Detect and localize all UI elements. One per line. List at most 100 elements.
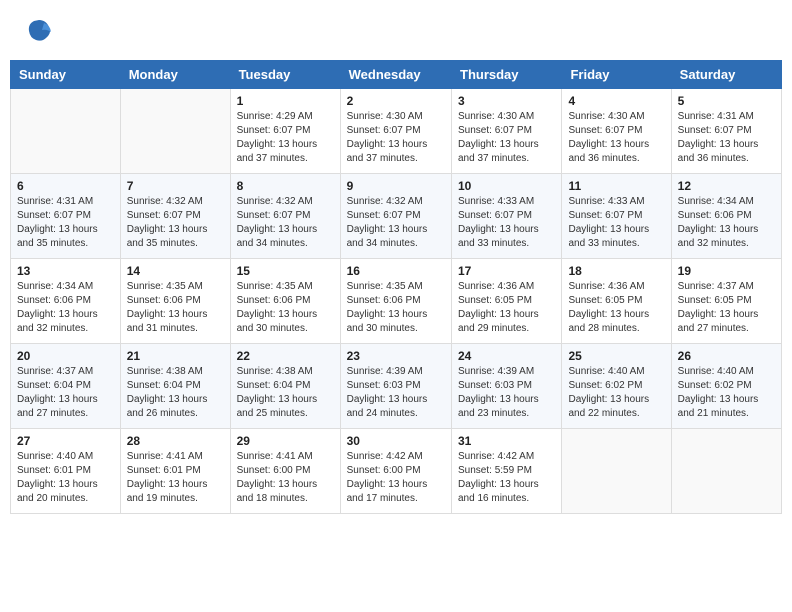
weekday-header-saturday: Saturday <box>671 61 781 89</box>
calendar-week-4: 20 Sunrise: 4:37 AM Sunset: 6:04 PM Dayli… <box>11 344 782 429</box>
weekday-header-wednesday: Wednesday <box>340 61 451 89</box>
day-info: Sunrise: 4:30 AM Sunset: 6:07 PM Dayligh… <box>568 110 664 166</box>
day-info: Sunrise: 4:31 AM Sunset: 6:07 PM Dayligh… <box>678 110 775 166</box>
day-number: 2 <box>347 94 445 108</box>
day-number: 23 <box>347 349 445 363</box>
calendar-table: SundayMondayTuesdayWednesdayThursdayFrid… <box>10 60 782 514</box>
calendar-cell: 15 Sunrise: 4:35 AM Sunset: 6:06 PM Dayli… <box>230 259 340 344</box>
calendar-cell: 13 Sunrise: 4:34 AM Sunset: 6:06 PM Dayli… <box>11 259 121 344</box>
calendar-cell: 5 Sunrise: 4:31 AM Sunset: 6:07 PM Daylig… <box>671 89 781 174</box>
weekday-header-thursday: Thursday <box>452 61 562 89</box>
calendar-cell: 16 Sunrise: 4:35 AM Sunset: 6:06 PM Dayli… <box>340 259 451 344</box>
day-info: Sunrise: 4:36 AM Sunset: 6:05 PM Dayligh… <box>568 280 664 336</box>
day-info: Sunrise: 4:40 AM Sunset: 6:02 PM Dayligh… <box>678 365 775 421</box>
calendar-cell: 26Sunrise: 4:40 AM Sunset: 6:02 PM Dayli… <box>671 344 781 429</box>
calendar-cell: 25Sunrise: 4:40 AM Sunset: 6:02 PM Dayli… <box>562 344 671 429</box>
day-info: Sunrise: 4:40 AM Sunset: 6:01 PM Dayligh… <box>17 450 114 506</box>
calendar-cell: 18 Sunrise: 4:36 AM Sunset: 6:05 PM Dayli… <box>562 259 671 344</box>
calendar-cell: 8 Sunrise: 4:32 AM Sunset: 6:07 PM Daylig… <box>230 174 340 259</box>
calendar-cell: 14 Sunrise: 4:35 AM Sunset: 6:06 PM Dayli… <box>120 259 230 344</box>
day-number: 19 <box>678 264 775 278</box>
calendar-cell: 21Sunrise: 4:38 AM Sunset: 6:04 PM Dayli… <box>120 344 230 429</box>
calendar-cell: 11 Sunrise: 4:33 AM Sunset: 6:07 PM Dayli… <box>562 174 671 259</box>
day-number: 18 <box>568 264 664 278</box>
calendar-week-3: 13 Sunrise: 4:34 AM Sunset: 6:06 PM Dayli… <box>11 259 782 344</box>
weekday-header-sunday: Sunday <box>11 61 121 89</box>
calendar-week-2: 6Sunrise: 4:31 AM Sunset: 6:07 PM Daylig… <box>11 174 782 259</box>
day-info: Sunrise: 4:35 AM Sunset: 6:06 PM Dayligh… <box>237 280 334 336</box>
calendar-cell: 27 Sunrise: 4:40 AM Sunset: 6:01 PM Dayli… <box>11 429 121 514</box>
calendar-week-1: 1Sunrise: 4:29 AM Sunset: 6:07 PM Daylig… <box>11 89 782 174</box>
day-number: 9 <box>347 179 445 193</box>
weekday-header-row: SundayMondayTuesdayWednesdayThursdayFrid… <box>11 61 782 89</box>
day-info: Sunrise: 4:34 AM Sunset: 6:06 PM Dayligh… <box>678 195 775 251</box>
calendar-cell: 20 Sunrise: 4:37 AM Sunset: 6:04 PM Dayli… <box>11 344 121 429</box>
day-number: 27 <box>17 434 114 448</box>
day-info: Sunrise: 4:33 AM Sunset: 6:07 PM Dayligh… <box>568 195 664 251</box>
day-info: Sunrise: 4:32 AM Sunset: 6:07 PM Dayligh… <box>347 195 445 251</box>
day-number: 28 <box>127 434 224 448</box>
calendar-week-5: 27 Sunrise: 4:40 AM Sunset: 6:01 PM Dayli… <box>11 429 782 514</box>
calendar-cell <box>120 89 230 174</box>
day-number: 13 <box>17 264 114 278</box>
day-info: Sunrise: 4:41 AM Sunset: 6:01 PM Dayligh… <box>127 450 224 506</box>
day-number: 12 <box>678 179 775 193</box>
day-info: Sunrise: 4:37 AM Sunset: 6:04 PM Dayligh… <box>17 365 114 421</box>
day-number: 22 <box>237 349 334 363</box>
weekday-header-monday: Monday <box>120 61 230 89</box>
calendar-cell: 23 Sunrise: 4:39 AM Sunset: 6:03 PM Dayli… <box>340 344 451 429</box>
day-number: 31 <box>458 434 555 448</box>
logo-icon <box>24 15 54 45</box>
calendar-cell: 7Sunrise: 4:32 AM Sunset: 6:07 PM Daylig… <box>120 174 230 259</box>
calendar-cell <box>11 89 121 174</box>
day-info: Sunrise: 4:37 AM Sunset: 6:05 PM Dayligh… <box>678 280 775 336</box>
calendar-cell: 22 Sunrise: 4:38 AM Sunset: 6:04 PM Dayli… <box>230 344 340 429</box>
day-number: 11 <box>568 179 664 193</box>
day-number: 21 <box>127 349 224 363</box>
day-number: 15 <box>237 264 334 278</box>
day-number: 20 <box>17 349 114 363</box>
day-number: 8 <box>237 179 334 193</box>
day-number: 24 <box>458 349 555 363</box>
weekday-header-friday: Friday <box>562 61 671 89</box>
calendar-cell: 10Sunrise: 4:33 AM Sunset: 6:07 PM Dayli… <box>452 174 562 259</box>
day-info: Sunrise: 4:39 AM Sunset: 6:03 PM Dayligh… <box>347 365 445 421</box>
calendar-cell: 19 Sunrise: 4:37 AM Sunset: 6:05 PM Dayli… <box>671 259 781 344</box>
day-info: Sunrise: 4:32 AM Sunset: 6:07 PM Dayligh… <box>237 195 334 251</box>
day-info: Sunrise: 4:33 AM Sunset: 6:07 PM Dayligh… <box>458 195 555 251</box>
calendar-cell: 31 Sunrise: 4:42 AM Sunset: 5:59 PM Dayli… <box>452 429 562 514</box>
calendar-cell: 12 Sunrise: 4:34 AM Sunset: 6:06 PM Dayli… <box>671 174 781 259</box>
day-info: Sunrise: 4:38 AM Sunset: 6:04 PM Dayligh… <box>237 365 334 421</box>
calendar-cell: 28 Sunrise: 4:41 AM Sunset: 6:01 PM Dayli… <box>120 429 230 514</box>
calendar-cell: 17Sunrise: 4:36 AM Sunset: 6:05 PM Dayli… <box>452 259 562 344</box>
day-info: Sunrise: 4:40 AM Sunset: 6:02 PM Dayligh… <box>568 365 664 421</box>
day-info: Sunrise: 4:32 AM Sunset: 6:07 PM Dayligh… <box>127 195 224 251</box>
calendar-cell: 30Sunrise: 4:42 AM Sunset: 6:00 PM Dayli… <box>340 429 451 514</box>
page-header <box>10 10 782 50</box>
day-info: Sunrise: 4:41 AM Sunset: 6:00 PM Dayligh… <box>237 450 334 506</box>
day-info: Sunrise: 4:42 AM Sunset: 5:59 PM Dayligh… <box>458 450 555 506</box>
day-info: Sunrise: 4:30 AM Sunset: 6:07 PM Dayligh… <box>458 110 555 166</box>
day-number: 14 <box>127 264 224 278</box>
calendar-cell: 3Sunrise: 4:30 AM Sunset: 6:07 PM Daylig… <box>452 89 562 174</box>
calendar-cell: 2 Sunrise: 4:30 AM Sunset: 6:07 PM Daylig… <box>340 89 451 174</box>
calendar-cell: 29Sunrise: 4:41 AM Sunset: 6:00 PM Dayli… <box>230 429 340 514</box>
day-info: Sunrise: 4:29 AM Sunset: 6:07 PM Dayligh… <box>237 110 334 166</box>
day-info: Sunrise: 4:35 AM Sunset: 6:06 PM Dayligh… <box>347 280 445 336</box>
day-number: 6 <box>17 179 114 193</box>
day-number: 30 <box>347 434 445 448</box>
calendar-cell: 24 Sunrise: 4:39 AM Sunset: 6:03 PM Dayli… <box>452 344 562 429</box>
day-info: Sunrise: 4:39 AM Sunset: 6:03 PM Dayligh… <box>458 365 555 421</box>
weekday-header-tuesday: Tuesday <box>230 61 340 89</box>
calendar-cell <box>562 429 671 514</box>
day-info: Sunrise: 4:35 AM Sunset: 6:06 PM Dayligh… <box>127 280 224 336</box>
day-number: 17 <box>458 264 555 278</box>
day-number: 16 <box>347 264 445 278</box>
logo <box>20 15 54 45</box>
calendar-cell: 1Sunrise: 4:29 AM Sunset: 6:07 PM Daylig… <box>230 89 340 174</box>
day-info: Sunrise: 4:34 AM Sunset: 6:06 PM Dayligh… <box>17 280 114 336</box>
calendar-cell: 4Sunrise: 4:30 AM Sunset: 6:07 PM Daylig… <box>562 89 671 174</box>
day-number: 5 <box>678 94 775 108</box>
day-info: Sunrise: 4:30 AM Sunset: 6:07 PM Dayligh… <box>347 110 445 166</box>
calendar-cell <box>671 429 781 514</box>
